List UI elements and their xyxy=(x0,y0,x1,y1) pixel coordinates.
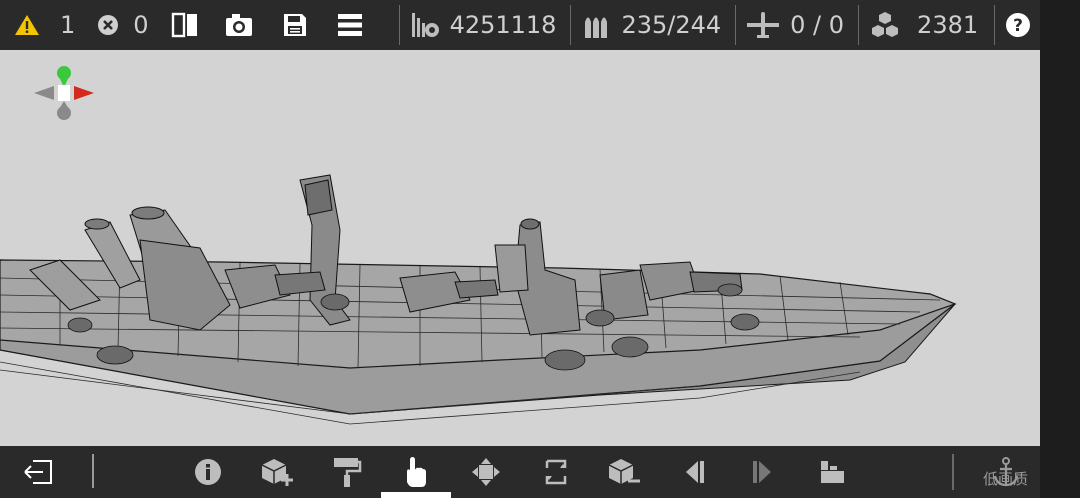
step-forward-icon xyxy=(751,459,775,485)
screenshot-button[interactable] xyxy=(207,0,261,50)
split-view-icon xyxy=(171,12,199,38)
save-button[interactable] xyxy=(261,0,315,50)
resize-icon xyxy=(542,458,570,486)
divider xyxy=(735,5,737,45)
weight-icon xyxy=(410,10,440,40)
paint-button[interactable] xyxy=(321,446,373,498)
ammo-value: 235/244 xyxy=(621,11,722,39)
remove-block-button[interactable] xyxy=(598,446,650,498)
weight-stat: 4251118 xyxy=(406,0,565,50)
move-button[interactable] xyxy=(460,446,512,498)
axis-gizmo-icon xyxy=(34,66,94,120)
divider xyxy=(398,5,400,45)
place-button[interactable] xyxy=(806,446,858,498)
divider xyxy=(858,5,860,45)
bottom-toolbar xyxy=(0,446,1040,498)
camera-icon xyxy=(225,13,253,37)
right-edge xyxy=(1040,0,1080,498)
divider xyxy=(92,454,94,488)
ship-model xyxy=(0,174,957,425)
ammo-stat: 235/244 xyxy=(577,0,729,50)
touch-select-icon xyxy=(403,456,429,488)
help-button[interactable]: ? xyxy=(1001,0,1039,50)
blocks-value: 2381 xyxy=(917,11,979,39)
info-icon xyxy=(194,458,222,486)
resize-button[interactable] xyxy=(530,446,582,498)
ammo-icon xyxy=(583,10,611,40)
touch-select-button[interactable] xyxy=(390,446,442,498)
active-tool-indicator xyxy=(381,492,451,498)
exit-icon xyxy=(23,459,53,485)
menu-icon xyxy=(337,13,363,37)
warnings-count: 1 xyxy=(60,11,76,39)
place-icon xyxy=(818,459,846,485)
exit-button[interactable] xyxy=(12,446,64,498)
remove-block-icon xyxy=(607,457,641,487)
step-back-button[interactable] xyxy=(668,446,720,498)
divider xyxy=(570,5,572,45)
move-icon xyxy=(471,457,501,487)
aircraft-stat: 0 / 0 xyxy=(742,0,852,50)
save-icon xyxy=(283,13,307,37)
aircraft-value: 0 / 0 xyxy=(790,11,845,39)
top-toolbar: 1 0 4251118 235/244 0 / 0 2381 ? xyxy=(0,0,1040,50)
3d-viewport[interactable] xyxy=(0,50,1040,446)
orientation-gizmo[interactable] xyxy=(30,65,100,125)
add-block-button[interactable] xyxy=(251,446,303,498)
paint-roller-icon xyxy=(332,456,362,488)
warnings-counter[interactable]: 1 xyxy=(0,0,83,50)
weight-value: 4251118 xyxy=(449,11,557,39)
quality-watermark: 低画质 xyxy=(983,470,1029,488)
blocks-stat: 2381 xyxy=(865,0,986,50)
blocks-icon xyxy=(869,10,901,40)
error-icon xyxy=(97,14,119,36)
menu-button[interactable] xyxy=(315,0,371,50)
warning-icon xyxy=(14,14,40,36)
errors-counter[interactable]: 0 xyxy=(83,0,156,50)
step-forward-button[interactable] xyxy=(737,446,789,498)
step-back-icon xyxy=(682,459,706,485)
divider xyxy=(952,454,954,490)
errors-count: 0 xyxy=(133,11,149,39)
info-button[interactable] xyxy=(182,446,234,498)
add-block-icon xyxy=(260,457,294,487)
aircraft-icon xyxy=(746,10,780,40)
help-icon: ? xyxy=(1005,12,1031,38)
split-view-button[interactable] xyxy=(157,0,207,50)
svg-text:?: ? xyxy=(1013,16,1023,36)
divider xyxy=(994,5,996,45)
